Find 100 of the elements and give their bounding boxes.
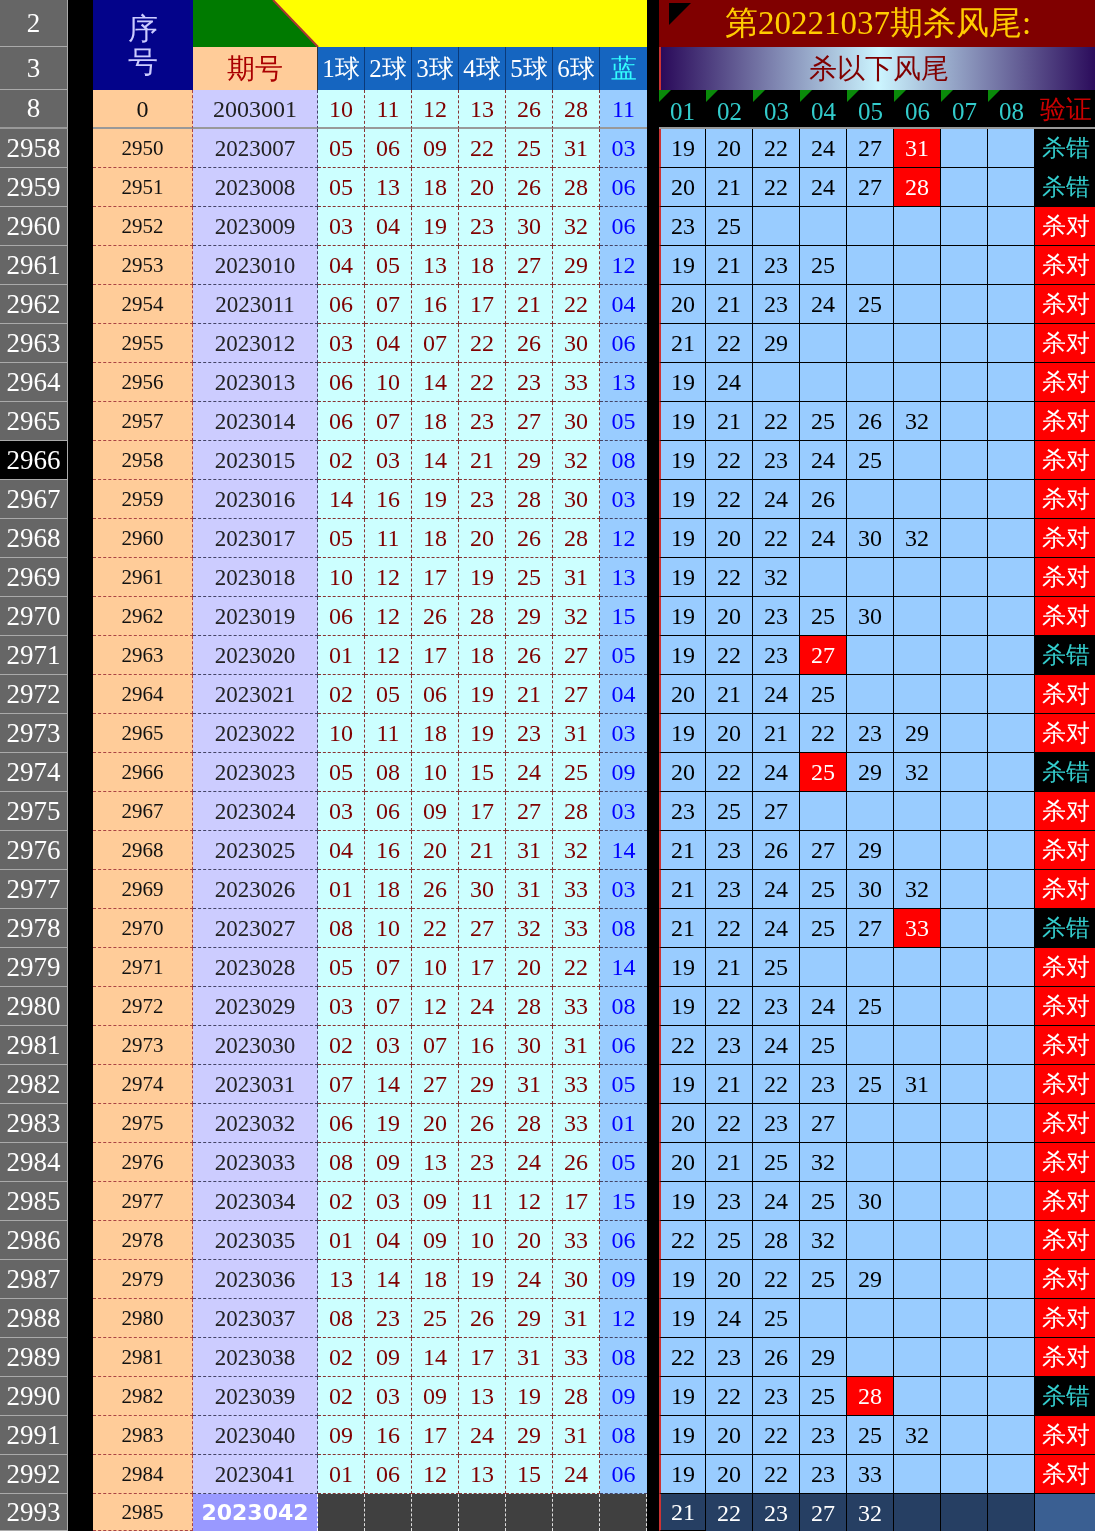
table-cell: 16 [365,1416,412,1455]
table-cell: 17 [412,558,459,597]
table-cell: 2023009 [193,207,318,246]
table-cell: 19 [659,1455,706,1494]
table-cell: 15 [600,1182,647,1221]
table-cell: 27 [847,909,894,948]
table-cell: 2963 [93,636,193,675]
row-header[interactable]: 2982 [0,1065,68,1104]
table-cell: 09 [365,1338,412,1377]
row-header[interactable]: 2981 [0,1026,68,1065]
row-header[interactable]: 2974 [0,753,68,792]
row-header[interactable]: 2986 [0,1221,68,1260]
table-cell: 25 [800,1182,847,1221]
table-cell: 10 [412,948,459,987]
verdict-cell: 杀对 [1035,1104,1095,1143]
table-cell: 05 [600,402,647,441]
table-cell: 02 [318,675,365,714]
row-header[interactable]: 2984 [0,1143,68,1182]
table-cell: 12 [412,1455,459,1494]
table-cell: 31 [553,558,600,597]
row-header[interactable]: 2975 [0,792,68,831]
row-header[interactable]: 2991 [0,1416,68,1455]
row-header[interactable]: 2983 [0,1104,68,1143]
table-cell: 04 [600,675,647,714]
row-header[interactable]: 2959 [0,168,68,207]
table-cell: 2954 [93,285,193,324]
table-cell: 28 [894,168,941,207]
row-header[interactable]: 2966 [0,441,68,480]
table-cell: 14 [600,948,647,987]
table-cell: 20 [659,753,706,792]
row-header[interactable]: 2964 [0,363,68,402]
table-cell: 21 [706,948,753,987]
row-header[interactable]: 2978 [0,909,68,948]
table-cell: 2976 [93,1143,193,1182]
row-header[interactable]: 2970 [0,597,68,636]
table-cell: 22 [753,129,800,168]
row-header[interactable]: 2979 [0,948,68,987]
table-cell: 25 [753,1143,800,1182]
table-cell: 06 [600,207,647,246]
table-cell: 25 [800,597,847,636]
row-header[interactable]: 2989 [0,1338,68,1377]
row-header[interactable]: 2992 [0,1455,68,1494]
table-cell: 28 [506,1104,553,1143]
verdict-cell: 杀对 [1035,1026,1095,1065]
row-header[interactable]: 2971 [0,636,68,675]
table-cell: 21 [659,831,706,870]
row-header[interactable]: 2977 [0,870,68,909]
row-header[interactable]: 2972 [0,675,68,714]
table-cell: 25 [506,129,553,168]
table-cell: 08 [600,1338,647,1377]
table-cell: 27 [800,636,847,675]
table-cell: 19 [412,207,459,246]
row-header[interactable]: 2985 [0,1182,68,1221]
row-header[interactable]: 2965 [0,402,68,441]
table-cell: 22 [753,1065,800,1104]
row-header[interactable]: 2962 [0,285,68,324]
row-header[interactable]: 2973 [0,714,68,753]
table-cell: 14 [600,831,647,870]
section-header: 杀以下风尾 [659,47,1095,90]
row-header[interactable]: 2969 [0,558,68,597]
table-cell: 02 [318,1026,365,1065]
row-header[interactable]: 2963 [0,324,68,363]
table-cell: 31 [553,714,600,753]
table-cell: 20 [659,168,706,207]
table-cell: 10 [318,90,365,129]
table-cell: 22 [753,168,800,207]
row-header[interactable]: 2990 [0,1377,68,1416]
row-header[interactable]: 2976 [0,831,68,870]
column-header: 08 [988,90,1035,129]
corner-mark-icon [753,90,765,102]
row-header[interactable]: 2980 [0,987,68,1026]
table-cell: 19 [659,987,706,1026]
table-cell: 32 [553,441,600,480]
table-cell: 2972 [93,987,193,1026]
table-cell: 23 [706,1338,753,1377]
table-cell: 27 [753,792,800,831]
table-cell: 20 [706,1416,753,1455]
table-cell: 09 [318,1416,365,1455]
table-cell: 22 [753,1455,800,1494]
row-header[interactable]: 2988 [0,1299,68,1338]
table-cell: 2023036 [193,1260,318,1299]
table-cell: 2023037 [193,1299,318,1338]
row-header[interactable]: 2960 [0,207,68,246]
table-cell: 2953 [93,246,193,285]
row-header[interactable]: 2958 [0,129,68,168]
table-cell: 24 [753,753,800,792]
row-header[interactable]: 2961 [0,246,68,285]
table-cell: 11 [600,90,647,129]
row-header[interactable]: 2967 [0,480,68,519]
table-cell: 13 [412,246,459,285]
table-cell: 33 [553,1338,600,1377]
table-cell: 18 [459,246,506,285]
row-header[interactable]: 2968 [0,519,68,558]
table-cell: 29 [847,1260,894,1299]
table-cell: 2023023 [193,753,318,792]
table-cell: 26 [553,1143,600,1182]
table-cell: 26 [506,168,553,207]
row-header[interactable]: 2987 [0,1260,68,1299]
table-cell: 31 [553,1026,600,1065]
row-header[interactable]: 2993 [0,1494,68,1531]
